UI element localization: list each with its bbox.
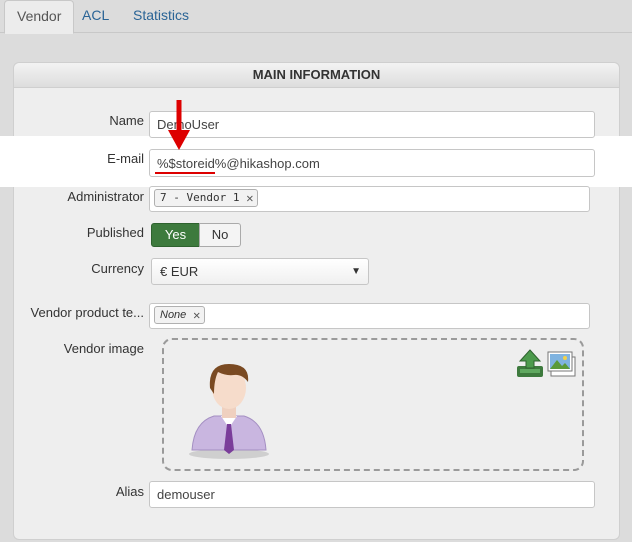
tab-acl[interactable]: ACL bbox=[70, 0, 121, 33]
chevron-down-icon: ▼ bbox=[351, 266, 361, 277]
tab-vendor[interactable]: Vendor bbox=[4, 0, 75, 34]
annotation-underline bbox=[155, 172, 215, 174]
tab-bar: Vendor ACL Statistics bbox=[0, 0, 632, 34]
vendor-image-dropzone[interactable] bbox=[162, 338, 584, 471]
administrator-label: Administrator bbox=[67, 189, 144, 204]
currency-select[interactable]: € EUR ▼ bbox=[151, 258, 369, 285]
email-label: E-mail bbox=[107, 151, 144, 166]
published-no-button[interactable]: No bbox=[199, 223, 241, 247]
name-label: Name bbox=[109, 113, 144, 128]
name-input[interactable] bbox=[149, 111, 595, 138]
administrator-select[interactable]: 7 - Vendor 1 ✕ bbox=[149, 186, 590, 212]
alias-label: Alias bbox=[115, 484, 144, 499]
email-input[interactable] bbox=[149, 149, 595, 177]
remove-token-icon[interactable]: ✕ bbox=[193, 307, 200, 323]
published-yes-button[interactable]: Yes bbox=[151, 223, 200, 247]
currency-value: € EUR bbox=[160, 264, 199, 279]
vendor-product-template-label: Vendor product te... bbox=[30, 305, 144, 320]
published-toggle: Yes No bbox=[151, 223, 241, 247]
template-token: None ✕ bbox=[154, 306, 206, 324]
tab-statistics[interactable]: Statistics bbox=[121, 0, 201, 33]
image-gallery-icon[interactable] bbox=[546, 348, 578, 380]
user-avatar-icon bbox=[189, 364, 269, 459]
vendor-image-label: Vendor image bbox=[63, 341, 144, 356]
remove-token-icon[interactable]: ✕ bbox=[246, 190, 253, 206]
upload-icon[interactable] bbox=[514, 348, 546, 380]
currency-label: Currency bbox=[91, 261, 144, 276]
administrator-token: 7 - Vendor 1 ✕ bbox=[154, 189, 259, 207]
panel-title: MAIN INFORMATION bbox=[14, 63, 619, 88]
alias-input[interactable] bbox=[149, 481, 595, 508]
published-label: Published bbox=[86, 225, 144, 240]
vendor-product-template-select[interactable]: None ✕ bbox=[149, 303, 590, 329]
annotation-arrow-icon bbox=[168, 100, 190, 150]
